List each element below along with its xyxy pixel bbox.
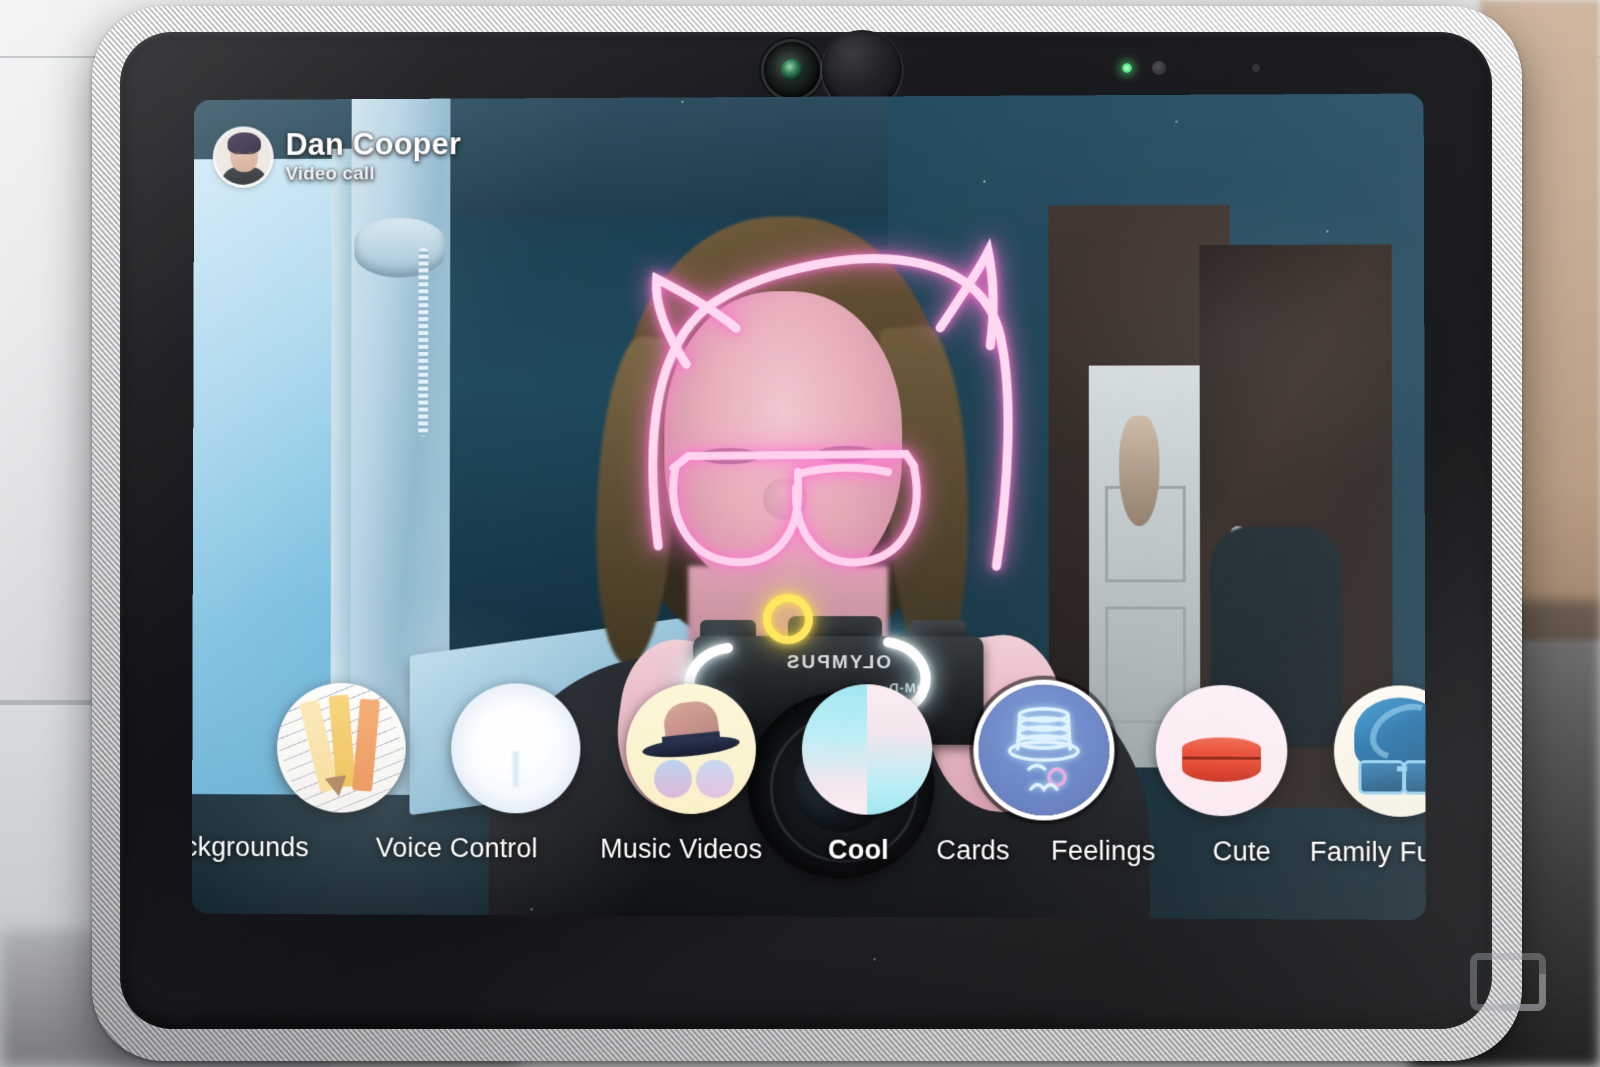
voice-glow-icon bbox=[451, 683, 581, 814]
blue-hair-glasses-icon bbox=[1333, 685, 1426, 818]
subject-eye-right bbox=[816, 445, 879, 463]
avatar-hair bbox=[227, 132, 262, 155]
red-lips-icon bbox=[1155, 684, 1288, 817]
caller-avatar bbox=[215, 129, 271, 186]
effect-label-backgrounds[interactable]: ckgrounds bbox=[192, 832, 309, 863]
portal-smart-display: OLYMPUS OM-D bbox=[92, 6, 1522, 1061]
screenshot-scene: OLYMPUS OM-D bbox=[0, 0, 1600, 1067]
effect-item-cool[interactable] bbox=[801, 684, 933, 815]
effects-carousel[interactable]: ckgrounds Voice Control Music Videos Coo… bbox=[192, 665, 1426, 920]
curtain-knot bbox=[354, 217, 446, 278]
curtain-tieback bbox=[418, 247, 429, 437]
microphone-pinhole-icon bbox=[1252, 64, 1260, 72]
effect-item-backgrounds[interactable] bbox=[276, 682, 406, 813]
caller-info-chip: Dan Cooper Video call bbox=[215, 126, 461, 186]
publisher-watermark bbox=[1470, 953, 1546, 1011]
effect-item-music-videos[interactable] bbox=[626, 683, 756, 815]
effect-label-cards[interactable]: Cards bbox=[936, 835, 1009, 866]
effect-item-feelings[interactable] bbox=[1155, 684, 1288, 817]
effect-label-cool[interactable]: Cool bbox=[828, 835, 889, 866]
effect-label-voice-control[interactable]: Voice Control bbox=[376, 833, 538, 865]
top-hat-monocle-svg bbox=[978, 685, 1109, 816]
call-type-label: Video call bbox=[285, 163, 375, 185]
display-screen[interactable]: OLYMPUS OM-D bbox=[191, 93, 1426, 921]
effects-icon-row bbox=[192, 682, 1426, 837]
ambient-sensor-icon bbox=[1152, 61, 1166, 75]
status-led-icon bbox=[1122, 63, 1132, 73]
effect-item-family-fun[interactable] bbox=[1333, 685, 1426, 818]
subject-face bbox=[664, 290, 903, 592]
subject-eye-left bbox=[698, 448, 761, 465]
camera-lens-icon bbox=[764, 42, 820, 98]
subject-nose bbox=[763, 478, 808, 521]
effect-item-voice-control[interactable] bbox=[451, 683, 581, 814]
gradient-split-icon bbox=[801, 684, 933, 815]
caller-text-block: Dan Cooper Video call bbox=[285, 126, 461, 185]
pencils-paper-icon bbox=[276, 682, 406, 813]
effect-item-cards[interactable] bbox=[978, 684, 1110, 816]
effect-label-music-videos[interactable]: Music Videos bbox=[600, 834, 762, 866]
effect-label-cute[interactable]: Cute bbox=[1213, 836, 1272, 868]
effects-label-row: ckgrounds Voice Control Music Videos Coo… bbox=[192, 832, 1426, 894]
hanging-coat bbox=[1119, 415, 1160, 527]
caller-name: Dan Cooper bbox=[285, 126, 461, 162]
neon-top-hat-icon bbox=[978, 684, 1110, 816]
effect-label-family-fun[interactable]: Family Fun bbox=[1310, 837, 1426, 869]
fedora-hat-icon bbox=[626, 683, 756, 815]
effect-label-feelings[interactable]: Feelings bbox=[1051, 836, 1156, 868]
